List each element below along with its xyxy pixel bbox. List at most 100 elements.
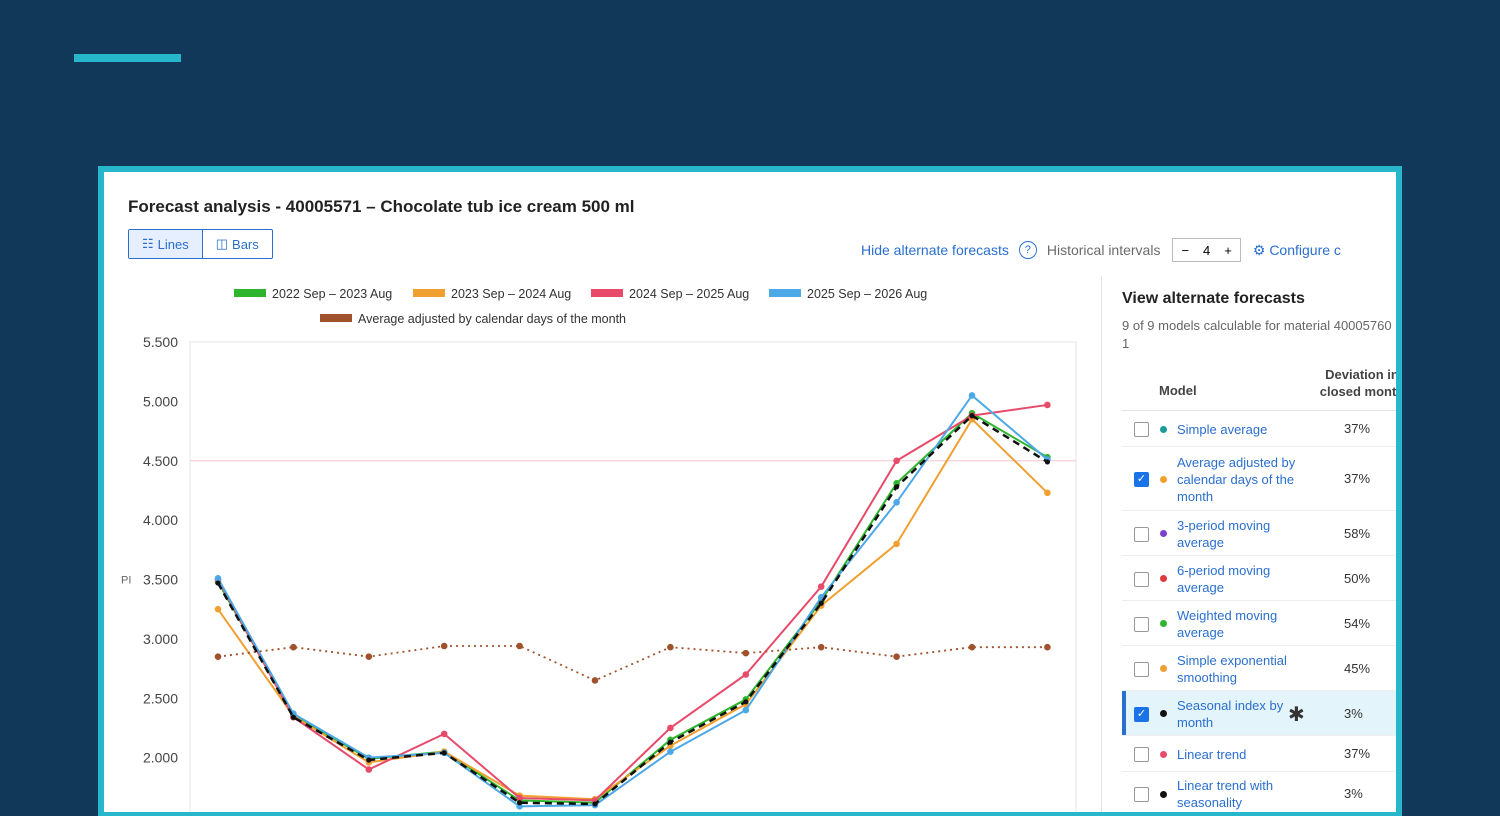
configure-link[interactable]: ⚙ Configure c [1253, 242, 1341, 259]
model-row[interactable]: 3-period moving average 58% [1122, 511, 1396, 556]
y-tick-label: 4.500 [143, 453, 178, 469]
model-deviation: 37% [1344, 471, 1371, 486]
model-table-header: Model Deviation in closed month [1122, 366, 1396, 411]
forecast-chart: 5.500 5.000 4.500 4.000 3.500 3.000 2.500 2.000… [121, 287, 1077, 812]
model-row[interactable]: ✓ Seasonal index by month 3% ✱ [1122, 691, 1396, 736]
historical-intervals-value[interactable]: 4 [1197, 243, 1216, 258]
model-name-link[interactable]: 6-period moving average [1177, 562, 1302, 596]
model-deviation: 50% [1344, 570, 1371, 586]
y-tick-label: 2.500 [143, 690, 178, 706]
series-color-dot [1160, 665, 1167, 672]
data-point [1044, 401, 1051, 409]
deviation-column-header: Deviation in closed month [1312, 366, 1396, 400]
panel-divider [1101, 276, 1102, 812]
data-point [215, 580, 221, 586]
increment-button[interactable]: + [1216, 243, 1240, 258]
series-color-dot [1160, 425, 1167, 433]
series-color-dot [1160, 475, 1167, 483]
model-name-link[interactable]: Simple exponential smoothing [1177, 652, 1302, 686]
series-color-dot [1160, 620, 1167, 627]
y-tick-label: 2.000 [143, 750, 178, 766]
series-color-dot [1160, 530, 1167, 537]
screenshot-frame: Forecast analysis - 40005571 – Chocolate… [98, 166, 1402, 816]
deviation-header-line-2: closed month [1319, 384, 1396, 399]
lines-label: Lines [157, 236, 189, 252]
model-checkbox[interactable] [1134, 747, 1149, 762]
data-point [667, 643, 674, 651]
legend-label: 2022 Sep – 2023 Aug [272, 287, 392, 301]
model-row[interactable]: Weighted moving average 54% [1122, 601, 1396, 646]
model-checkbox[interactable]: ✓ [1134, 706, 1149, 722]
columns-icon: ◫ [215, 236, 229, 251]
legend-swatch [234, 289, 266, 297]
seasonal-forecast-line [216, 414, 1049, 806]
data-point [517, 800, 523, 806]
forecast-panel: Forecast analysis - 40005571 – Chocolate… [104, 172, 1396, 812]
deviation-header-line-1: Deviation in [1325, 367, 1396, 382]
model-deviation: 58% [1344, 525, 1371, 541]
model-name-link[interactable]: Seasonal index by month [1177, 697, 1302, 731]
bars-label: Bars [232, 236, 259, 252]
model-deviation: 37% [1344, 421, 1371, 436]
model-name-link[interactable]: Linear trend with seasonality [1177, 777, 1302, 811]
data-point [742, 671, 750, 678]
data-point [818, 600, 824, 606]
model-deviation: 37% [1344, 746, 1371, 761]
model-checkbox[interactable] [1134, 616, 1149, 632]
chart-toolbar: Hide alternate forecasts ? Historical in… [861, 238, 1341, 262]
model-row[interactable]: Linear trend 37% [1122, 736, 1396, 772]
legend-swatch [320, 314, 352, 322]
hide-alternate-forecasts-link[interactable]: Hide alternate forecasts [861, 242, 1009, 258]
data-point [440, 642, 448, 650]
model-row[interactable]: Simple average 37% [1122, 411, 1396, 447]
model-deviation: 3% [1344, 786, 1363, 801]
data-point [1044, 459, 1050, 465]
model-column-header: Model [1159, 383, 1197, 398]
historical-intervals-label: Historical intervals [1046, 242, 1161, 258]
help-icon[interactable]: ? [1018, 241, 1037, 259]
data-point [591, 677, 599, 684]
data-point [366, 757, 372, 763]
model-row[interactable]: ✓ Average adjusted by calendar days of th… [1122, 447, 1396, 511]
y-tick-label: 3.000 [143, 631, 178, 647]
data-point [893, 457, 900, 465]
model-checkbox[interactable] [1134, 526, 1149, 542]
data-point [592, 801, 598, 807]
data-point [968, 643, 976, 651]
model-row[interactable]: Linear trend with seasonality 3% [1122, 772, 1396, 812]
model-name-link[interactable]: Average adjusted by calendar days of the… [1177, 454, 1302, 505]
model-deviation: 3% [1344, 705, 1363, 721]
bars-toggle-button[interactable]: ◫ Bars [201, 230, 272, 258]
model-table-body: Simple average 37% ✓ Average adjusted by ca… [1122, 411, 1396, 812]
data-point [214, 653, 222, 660]
model-name-link[interactable]: 3-period moving average [1177, 517, 1302, 551]
data-point [817, 643, 825, 651]
data-point [290, 643, 297, 651]
historical-intervals-stepper: − 4 + [1172, 238, 1241, 262]
series-color-dot [1160, 710, 1167, 717]
model-row[interactable]: 6-period moving average 50% [1122, 556, 1396, 601]
data-point [894, 484, 900, 490]
model-name-link[interactable]: Linear trend [1177, 746, 1302, 763]
data-point [743, 699, 749, 705]
model-row[interactable]: Simple exponential smoothing 45% [1122, 646, 1396, 691]
data-point [1044, 643, 1051, 651]
lines-toggle-button[interactable]: ☷ Lines [129, 230, 202, 258]
y-tick-label: 4.000 [143, 512, 178, 528]
data-point [667, 724, 674, 732]
model-name-link[interactable]: Simple average [1177, 421, 1302, 438]
model-checkbox[interactable] [1134, 661, 1149, 677]
model-checkbox[interactable]: ✓ [1134, 472, 1149, 487]
decrement-button[interactable]: − [1173, 243, 1197, 258]
data-point [893, 499, 900, 506]
data-point [440, 730, 448, 738]
alternate-forecasts-title: View alternate forecasts [1122, 290, 1305, 307]
model-checkbox[interactable] [1134, 422, 1149, 437]
model-checkbox[interactable] [1134, 571, 1149, 587]
data-point [290, 714, 296, 720]
model-name-link[interactable]: Weighted moving average [1177, 607, 1302, 641]
data-point [742, 706, 750, 714]
data-point [365, 766, 373, 773]
page-title: Forecast analysis - 40005571 – Chocolate… [128, 197, 635, 216]
series-color-dot [1160, 790, 1167, 798]
